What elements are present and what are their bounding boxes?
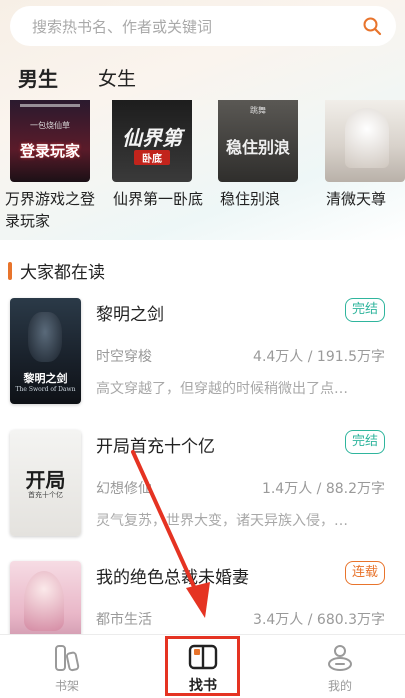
book-cover[interactable]: 黎明之剑 The Sword of Dawn (10, 298, 81, 404)
book-stats: 1.4万人 / 88.2万字 (261, 481, 385, 497)
section-title: 大家都在读 (20, 263, 105, 283)
cover-title: 仙界第 (122, 126, 182, 150)
nav-profile[interactable]: 我的 (295, 635, 385, 698)
featured-books-row: 登录玩家 一包烧仙草 万界游戏之登录玩家 仙界第 卧底 仙界第一卧底 跳舞 稳住… (0, 100, 405, 240)
nav-label: 我的 (327, 679, 352, 693)
book-cover[interactable]: 登录玩家 一包烧仙草 (10, 100, 90, 182)
cover-subtitle: 卧底 (134, 150, 170, 165)
bookshelf-icon (55, 645, 80, 672)
section-accent-bar (8, 261, 12, 280)
cover-title: 黎明之剑 (23, 372, 68, 385)
cover-title: 稳住别浪 (225, 138, 290, 157)
book-title[interactable]: 黎明之剑 (96, 300, 164, 325)
book-name[interactable]: 清微天尊 (326, 188, 386, 210)
annotation-highlight-box (165, 636, 240, 696)
section-header: 大家都在读 (8, 258, 105, 283)
book-category: 时空穿梭 (96, 349, 152, 365)
cover-author: 一包烧仙草 (30, 121, 70, 130)
book-name[interactable]: 仙界第一卧底 (113, 188, 203, 210)
book-name[interactable]: 万界游戏之登录玩家 (5, 188, 105, 232)
tab-male[interactable]: 男生 (18, 63, 58, 92)
search-placeholder[interactable]: 搜索热书名、作者或关键词 (32, 16, 362, 37)
book-title[interactable]: 我的绝色总裁未婚妻 (96, 563, 249, 588)
cover-title: 开局 (25, 468, 66, 492)
book-stats: 4.4万人 / 191.5万字 (253, 349, 385, 365)
book-title[interactable]: 开局首充十个亿 (96, 432, 215, 457)
tab-female[interactable]: 女生 (98, 64, 136, 91)
book-cover[interactable]: 仙界第 卧底 (112, 100, 192, 182)
book-description: 高文穿越了，但穿越的时候稍微出了点… (96, 381, 348, 397)
status-badge: 完结 (344, 298, 385, 322)
list-item[interactable]: 开局 首充十个亿 开局首充十个亿 完结 幻想修仙 1.4万人 / 88.2万字 … (10, 430, 395, 540)
search-bar[interactable]: 搜索热书名、作者或关键词 (10, 6, 396, 46)
nav-label: 书架 (54, 679, 79, 693)
cover-author: 跳舞 (250, 106, 266, 115)
list-item[interactable]: 黎明之剑 The Sword of Dawn 黎明之剑 完结 时空穿梭 4.4万… (10, 298, 395, 408)
book-stats: 3.4万人 / 680.3万字 (253, 612, 385, 628)
status-badge: 连载 (344, 561, 385, 585)
book-cover[interactable]: 开局 首充十个亿 (10, 430, 81, 536)
gender-tabs: 男生 女生 (18, 62, 136, 92)
profile-icon (328, 645, 352, 671)
cover-title: 登录玩家 (19, 142, 80, 160)
book-cover[interactable] (325, 100, 405, 182)
book-name[interactable]: 稳住别浪 (220, 188, 280, 210)
nav-bookshelf[interactable]: 书架 (22, 635, 112, 698)
search-icon[interactable] (362, 16, 382, 36)
cover-subtitle: The Sword of Dawn (15, 386, 76, 393)
book-category: 幻想修仙 (96, 481, 152, 497)
status-badge: 完结 (344, 430, 385, 454)
cover-subtitle: 首充十个亿 (28, 491, 63, 499)
book-description: 灵气复苏，世界大变，诸天异族入侵，… (96, 513, 348, 529)
book-category: 都市生活 (96, 612, 152, 628)
book-cover[interactable]: 跳舞 稳住别浪 (218, 100, 298, 182)
